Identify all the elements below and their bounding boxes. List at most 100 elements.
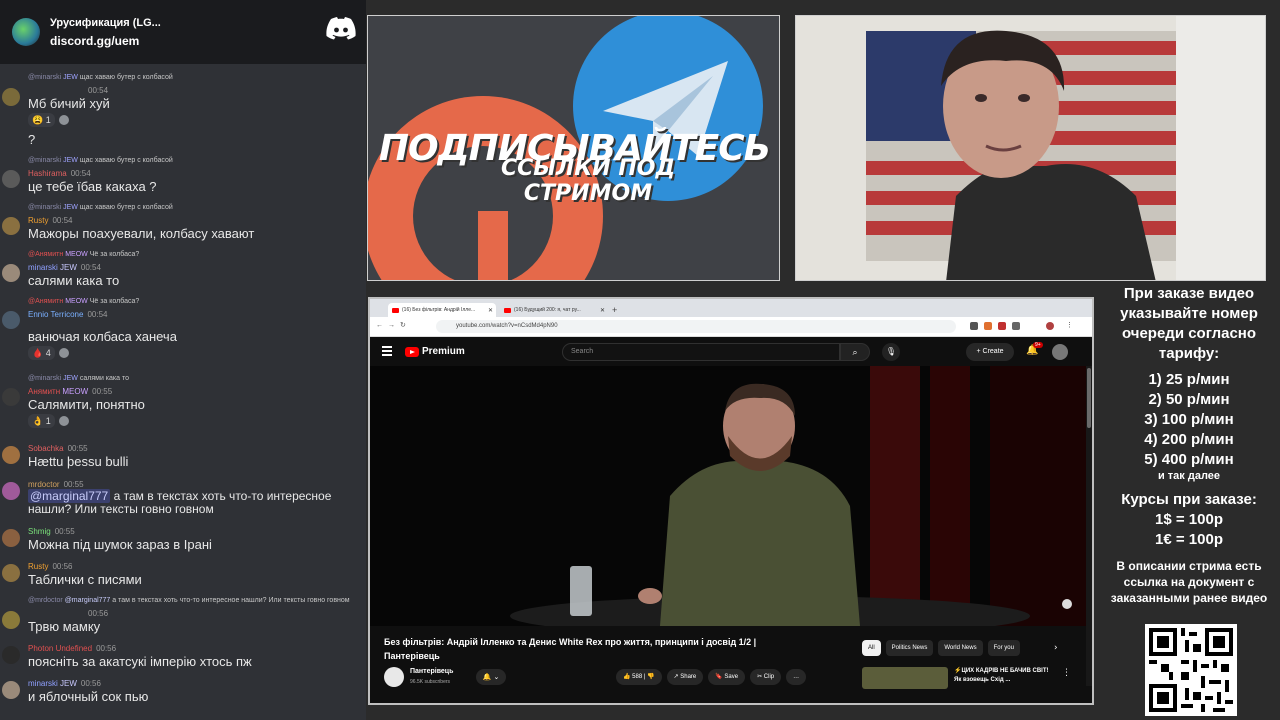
extension-icon[interactable]: [970, 322, 978, 330]
menu-icon[interactable]: [382, 346, 392, 356]
chip-all[interactable]: All: [862, 640, 881, 656]
avatar[interactable]: [2, 264, 20, 282]
scroll-thumb[interactable]: [1087, 368, 1091, 428]
message-text: Мажоры поахуевали, колбасу хавают: [28, 226, 255, 241]
webcam-feed: [795, 15, 1266, 281]
username[interactable]: Hashirama 00:54: [28, 169, 91, 178]
webcam-image: [796, 16, 1265, 280]
mic-icon[interactable]: 🎙: [882, 343, 900, 361]
username[interactable]: minarski JEW 00:56: [28, 679, 101, 688]
username[interactable]: 00:54: [28, 86, 108, 95]
avatar[interactable]: [2, 311, 20, 329]
discord-chat[interactable]: @minarski JEW щас хаваю бутер с колбасой…: [0, 64, 366, 720]
username[interactable]: Shmig 00:55: [28, 527, 75, 536]
username[interactable]: 00:56: [28, 609, 108, 618]
search-icon[interactable]: ⌕: [840, 343, 870, 361]
chip-for-you[interactable]: For you: [987, 640, 1020, 656]
browser-tab[interactable]: (16) Будущий 200: я, чат ру... ✕: [500, 303, 608, 317]
tab-bar: (16) Без фільтрів: Андрій Ілле... ✕ (16) …: [370, 299, 1092, 317]
channel-name[interactable]: Пантерівець: [410, 668, 453, 675]
video-title: Без фільтрів: Андрій Ілленко та Денис Wh…: [384, 637, 757, 661]
video-player[interactable]: [370, 366, 1086, 626]
avatar[interactable]: [2, 88, 20, 106]
username[interactable]: Sobachka 00:55: [28, 444, 88, 453]
more-icon[interactable]: …: [786, 669, 807, 685]
avatar[interactable]: [2, 388, 20, 406]
reaction-bar[interactable]: 😩 1: [28, 113, 69, 127]
message-text: поясніть за акатсукі імперію хтось пж: [28, 654, 252, 669]
avatar[interactable]: [2, 681, 20, 699]
close-icon[interactable]: ✕: [600, 307, 605, 314]
new-tab-icon[interactable]: +: [612, 303, 617, 317]
close-icon[interactable]: ✕: [488, 307, 493, 314]
reaction[interactable]: 😩 1: [28, 113, 55, 127]
youtube-logo-icon[interactable]: [405, 347, 419, 357]
reaction[interactable]: 👌 1: [28, 414, 55, 428]
avatar[interactable]: [2, 529, 20, 547]
avatar[interactable]: [2, 611, 20, 629]
username[interactable]: mrdoctor 00:55: [28, 480, 84, 489]
url-field[interactable]: youtube.com/watch?v=nCsdMd4pN90: [436, 320, 956, 333]
message-text: салями кака то: [28, 273, 120, 288]
server-icon: [12, 18, 40, 46]
add-reaction-icon[interactable]: [58, 115, 69, 125]
reply-preview: @minarski JEW салями кака то: [28, 375, 129, 382]
avatar[interactable]: [2, 646, 20, 664]
tariff-item: 3) 100 р/мин: [1144, 411, 1234, 428]
avatar[interactable]: [2, 482, 20, 500]
add-reaction-icon[interactable]: [58, 416, 69, 426]
chip-politics[interactable]: Politics News: [885, 640, 934, 656]
username[interactable]: minarski JEW 00:54: [28, 263, 101, 272]
chevron-right-icon[interactable]: ›: [1054, 643, 1058, 653]
channel-avatar[interactable]: [384, 667, 404, 687]
extension-icon[interactable]: [998, 322, 1006, 330]
rates-title: Курсы при заказе:: [1121, 491, 1257, 508]
subscribe-bell-button[interactable]: 🔔 ⌄: [476, 669, 506, 685]
username[interactable]: Ennio Terricone 00:54: [28, 310, 107, 319]
nav-buttons[interactable]: ←→↻: [376, 321, 411, 329]
youtube-icon: [392, 307, 399, 313]
add-reaction-icon[interactable]: [58, 348, 69, 358]
recommended-thumbnail[interactable]: [862, 667, 948, 689]
tariff-item: 5) 400 р/мин: [1144, 451, 1234, 468]
user-mention[interactable]: @marginal777: [28, 489, 111, 503]
message-text: Можна під шумок зараз в Ірані: [28, 537, 212, 552]
avatar[interactable]: [2, 446, 20, 464]
invite-link[interactable]: discord.gg/uem: [50, 32, 161, 50]
share-button[interactable]: ↗ Share: [666, 669, 704, 685]
reaction-bar[interactable]: 🩸 4: [28, 346, 69, 360]
username[interactable]: Rusty 00:56: [28, 562, 72, 571]
reply-preview: @minarski JEW щас хаваю бутер с колбасой: [28, 204, 173, 211]
scrollbar[interactable]: [1086, 366, 1092, 686]
more-icon[interactable]: ⋮: [1062, 668, 1071, 678]
clip-button[interactable]: ✂ Clip: [750, 669, 782, 685]
recommended-title[interactable]: ⚡ЦИХ КАДРІВ НЕ БАЧИВ СВІТ! Як взовещь Сх…: [954, 667, 1054, 685]
extension-icon[interactable]: [984, 322, 992, 330]
username[interactable]: Анямитн MEOW 00:55: [28, 387, 112, 396]
reaction-bar[interactable]: 👌 1: [28, 414, 69, 428]
search-input[interactable]: Search: [562, 343, 840, 361]
avatar[interactable]: [2, 170, 20, 188]
avatar[interactable]: [1052, 344, 1068, 360]
menu-icon[interactable]: ⋮: [1066, 322, 1074, 330]
extension-icon[interactable]: [1012, 322, 1020, 330]
reply-preview: @Анямитн MEOW Чё за колбаса?: [28, 298, 140, 305]
tariff-item: 4) 200 р/мин: [1144, 431, 1234, 448]
qr-code[interactable]: [1145, 624, 1237, 716]
youtube-brand[interactable]: Premium: [422, 346, 465, 357]
profile-icon[interactable]: [1046, 322, 1054, 330]
like-button[interactable]: 👍 588 | 👎: [616, 669, 662, 685]
username[interactable]: Rusty 00:54: [28, 216, 72, 225]
username[interactable]: Photon Undefined 00:56: [28, 644, 116, 653]
avatar[interactable]: [2, 217, 20, 235]
avatar[interactable]: [2, 564, 20, 582]
chip-world[interactable]: World News: [938, 640, 983, 656]
browser-window[interactable]: (16) Без фільтрів: Андрій Ілле... ✕ (16) …: [368, 297, 1094, 705]
reaction[interactable]: 🩸 4: [28, 346, 55, 360]
reply-preview: @mrdoctor @marginal777 а там в текстах х…: [28, 597, 350, 604]
message-text: Салямити, понятно: [28, 397, 145, 412]
create-button[interactable]: + Create: [966, 343, 1014, 361]
browser-tab[interactable]: (16) Без фільтрів: Андрій Ілле... ✕: [388, 303, 496, 317]
save-button[interactable]: 🔖 Save: [708, 669, 746, 685]
notification-badge: 9+: [1033, 342, 1043, 348]
